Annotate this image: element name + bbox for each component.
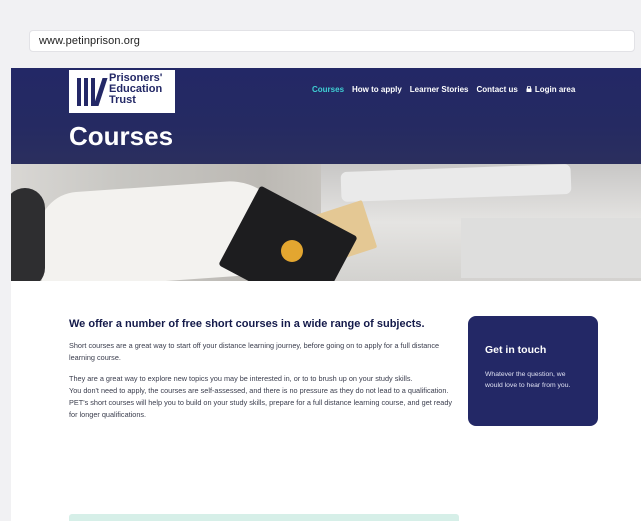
paragraph-benefits: PET's short courses will help you to bui…: [69, 398, 453, 419]
main-content: We offer a number of free short courses …: [69, 318, 459, 421]
logo-bars-icon: [77, 78, 108, 106]
nav-how-to-apply[interactable]: How to apply: [352, 85, 402, 99]
nav-login-label: Login area: [534, 85, 576, 94]
get-in-touch-card[interactable]: Get in touch Whatever the question, we w…: [468, 316, 598, 426]
hero-photo-shoulder: [11, 188, 45, 281]
hero-banner: Prisoners' Education Trust Courses How t…: [11, 68, 641, 281]
hero-photo-papers: [461, 218, 641, 278]
nav-contact-us[interactable]: Contact us: [477, 85, 518, 99]
page-title: Courses: [69, 121, 174, 151]
logo-text: Prisoners' Education Trust: [109, 72, 163, 106]
paragraph-no-apply: You don't need to apply, the courses are…: [69, 386, 449, 395]
address-bar[interactable]: www.petinprison.org: [29, 30, 635, 52]
card-body: Whatever the question, we would love to …: [485, 371, 571, 389]
nav-learner-stories[interactable]: Learner Stories: [410, 85, 469, 99]
next-section-strip: [69, 514, 459, 521]
paragraph-intro: Short courses are a great way to start o…: [69, 341, 440, 362]
site-logo[interactable]: Prisoners' Education Trust: [69, 70, 175, 113]
main-nav: Courses How to apply Learner Stories Con…: [312, 85, 575, 99]
lock-icon: [526, 86, 532, 92]
hero-photo-book-emblem: [281, 240, 303, 262]
nav-login-area[interactable]: Login area: [526, 85, 575, 99]
webpage: Prisoners' Education Trust Courses How t…: [11, 68, 641, 521]
browser-window: www.petinprison.org Prisoners' Education…: [0, 0, 641, 521]
section-headline: We offer a number of free short courses …: [69, 318, 425, 330]
paragraph-explore: They are a great way to explore new topi…: [69, 374, 413, 383]
card-title: Get in touch: [485, 344, 547, 356]
url-text: www.petinprison.org: [39, 35, 140, 47]
nav-courses[interactable]: Courses: [312, 85, 344, 99]
